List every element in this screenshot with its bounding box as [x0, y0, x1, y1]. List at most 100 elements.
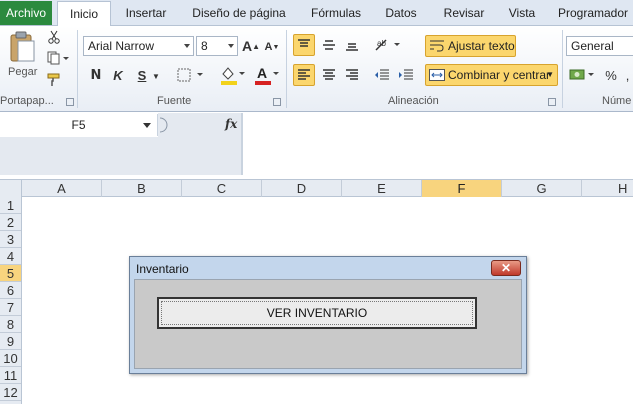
decrease-indent-icon[interactable]	[373, 64, 391, 86]
row-header-6[interactable]: 6	[0, 282, 21, 299]
clipboard-group-label: Portapap...	[0, 95, 54, 107]
formula-bar-splitter-icon[interactable]	[158, 117, 174, 133]
fill-color-icon[interactable]	[218, 64, 248, 86]
alignment-group-label: Alineación	[388, 95, 439, 107]
fill-color-swatch	[221, 81, 237, 85]
row-header-8[interactable]: 8	[0, 316, 21, 333]
ribbon-tab-bar: Archivo Inicio Insertar Diseño de página…	[0, 0, 633, 27]
cut-icon[interactable]	[46, 29, 62, 45]
clipboard-launcher-icon[interactable]	[66, 98, 74, 106]
wrap-text-button[interactable]: Ajustar texto	[425, 35, 516, 57]
number-format-combo[interactable]: General	[566, 36, 633, 56]
underline-button[interactable]: S	[134, 66, 150, 84]
paste-icon[interactable]	[4, 30, 40, 64]
tab-inicio[interactable]: Inicio	[57, 1, 111, 27]
column-header-h[interactable]: H	[582, 180, 633, 197]
chevron-down-icon	[228, 44, 234, 48]
close-icon[interactable]: ✕	[491, 260, 521, 276]
svg-text:A: A	[257, 65, 267, 81]
shrink-font-icon[interactable]: A ▼	[264, 38, 280, 56]
column-header-e[interactable]: E	[342, 180, 422, 197]
row-header-4[interactable]: 4	[0, 248, 21, 265]
copy-icon[interactable]	[46, 50, 70, 66]
chevron-down-icon[interactable]: ▼	[546, 65, 554, 85]
font-name-value: Arial Narrow	[88, 39, 155, 53]
formula-input[interactable]	[242, 113, 633, 175]
chevron-down-icon	[184, 44, 190, 48]
group-separator	[286, 30, 287, 108]
name-box-area	[0, 137, 158, 175]
align-middle-button[interactable]	[318, 34, 340, 56]
merge-center-button[interactable]: Combinar y centrar ▼	[425, 64, 558, 86]
row-header-11[interactable]: 11	[0, 367, 21, 384]
name-box[interactable]: F5	[0, 114, 158, 136]
column-header-g[interactable]: G	[502, 180, 582, 197]
currency-format-icon[interactable]	[568, 65, 598, 85]
alignment-launcher-icon[interactable]	[548, 98, 556, 106]
tab-vista[interactable]: Vista	[503, 1, 541, 26]
chevron-down-icon[interactable]: ▼	[151, 70, 161, 82]
paste-label[interactable]: Pegar	[8, 66, 37, 78]
row-header-10[interactable]: 10	[0, 350, 21, 367]
ver-inventario-button[interactable]: VER INVENTARIO	[157, 297, 477, 329]
format-painter-icon[interactable]	[46, 72, 62, 88]
bold-button[interactable]: N	[88, 66, 104, 84]
font-color-icon[interactable]: A	[252, 64, 282, 86]
row-headers: 1 2 3 4 5 6 7 8 9 10 11 12	[0, 197, 22, 404]
column-header-a[interactable]: A	[22, 180, 102, 197]
ribbon-panel: Pegar Portapap... Arial Narrow 8 A ▲ A ▼ N…	[0, 26, 633, 112]
font-size-value: 8	[201, 39, 208, 53]
tab-revisar[interactable]: Revisar	[436, 1, 492, 26]
dialog-body: VER INVENTARIO	[134, 279, 522, 369]
increase-indent-icon[interactable]	[397, 64, 415, 86]
percent-button[interactable]: %	[603, 65, 619, 85]
tab-datos[interactable]: Datos	[378, 1, 424, 26]
chevron-down-icon[interactable]	[143, 123, 151, 128]
number-format-value: General	[571, 39, 614, 53]
merge-center-label: Combinar y centrar	[448, 68, 551, 82]
font-group-label: Fuente	[157, 95, 192, 107]
dialog-title: Inventario	[136, 262, 189, 276]
wrap-text-label: Ajustar texto	[448, 39, 515, 53]
row-header-7[interactable]: 7	[0, 299, 21, 316]
italic-button[interactable]: K	[110, 66, 126, 84]
insert-function-icon[interactable]: fx	[225, 117, 237, 131]
row-header-2[interactable]: 2	[0, 214, 21, 231]
font-launcher-icon[interactable]	[273, 98, 281, 106]
group-separator	[562, 30, 563, 108]
row-header-5[interactable]: 5	[0, 265, 21, 282]
align-bottom-button[interactable]	[341, 34, 363, 56]
select-all-corner[interactable]	[0, 180, 22, 197]
tab-programador[interactable]: Programador	[553, 1, 633, 26]
tab-formulas[interactable]: Fórmulas	[304, 1, 368, 26]
excel-window: Archivo Inicio Insertar Diseño de página…	[0, 0, 633, 404]
align-left-button[interactable]	[293, 64, 315, 86]
font-name-combo[interactable]: Arial Narrow	[83, 36, 194, 56]
column-header-b[interactable]: B	[102, 180, 182, 197]
row-header-9[interactable]: 9	[0, 333, 21, 350]
svg-text:ab: ab	[377, 39, 386, 48]
column-header-f[interactable]: F	[422, 180, 502, 197]
column-header-d[interactable]: D	[262, 180, 342, 197]
tab-insertar[interactable]: Insertar	[116, 1, 176, 26]
number-group-label: Núme	[602, 95, 632, 107]
column-headers: A B C D E F G H	[0, 179, 633, 197]
comma-style-icon[interactable]: ,	[622, 65, 633, 85]
name-box-value: F5	[71, 118, 86, 132]
inventario-dialog: Inventario ✕ VER INVENTARIO	[129, 256, 527, 374]
align-center-button[interactable]	[318, 64, 340, 86]
borders-icon[interactable]	[176, 66, 206, 84]
align-top-button[interactable]	[293, 34, 315, 56]
column-header-c[interactable]: C	[182, 180, 262, 197]
font-size-combo[interactable]: 8	[196, 36, 238, 56]
row-header-3[interactable]: 3	[0, 231, 21, 248]
align-right-button[interactable]	[341, 64, 363, 86]
grow-font-icon[interactable]: A ▲	[242, 36, 260, 56]
group-separator	[77, 30, 78, 108]
row-header-12[interactable]: 12	[0, 384, 21, 401]
row-header-1[interactable]: 1	[0, 197, 21, 214]
tab-archivo[interactable]: Archivo	[0, 1, 52, 25]
font-color-swatch	[255, 81, 271, 85]
tab-diseno-pagina[interactable]: Diseño de página	[185, 1, 293, 26]
orientation-icon[interactable]: ab	[373, 34, 403, 56]
